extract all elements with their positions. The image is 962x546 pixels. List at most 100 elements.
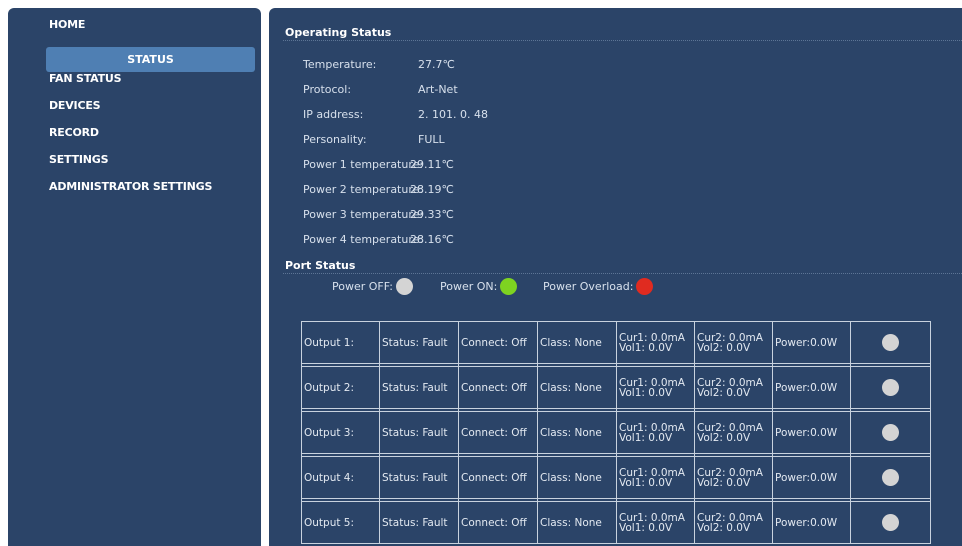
class-cell: Class: None bbox=[537, 456, 617, 499]
power-cell: Power:0.0W bbox=[772, 456, 851, 499]
power-state-icon bbox=[882, 469, 899, 486]
voltage-value: Vol1: 0.0V bbox=[619, 521, 673, 534]
power-cell: Power:0.0W bbox=[772, 501, 851, 544]
channel2-cell: Cur2: 0.0mA Vol2: 0.0V bbox=[694, 411, 773, 454]
state-cell bbox=[850, 411, 931, 454]
power-on-icon bbox=[500, 278, 518, 295]
table-row: Output 4: Status: Fault Connect: Off Class:… bbox=[301, 456, 931, 499]
nav-settings[interactable]: SETTINGS bbox=[49, 153, 109, 166]
info-label: Temperature: bbox=[303, 58, 377, 71]
power-state-icon bbox=[882, 334, 899, 351]
current-value: Cur2: 0.0mA bbox=[697, 511, 763, 524]
info-value: 2. 101. 0. 48 bbox=[418, 108, 488, 121]
info-value: 29.11℃ bbox=[410, 158, 454, 171]
nav-devices[interactable]: DEVICES bbox=[49, 99, 101, 112]
voltage-value: Vol2: 0.0V bbox=[697, 476, 751, 489]
class-cell: Class: None bbox=[537, 501, 617, 544]
voltage-value: Vol2: 0.0V bbox=[697, 431, 751, 444]
voltage-value: Vol1: 0.0V bbox=[619, 386, 673, 399]
connect-cell: Connect: Off bbox=[458, 411, 538, 454]
power-off-icon bbox=[395, 278, 413, 295]
channel1-cell: Cur1: 0.0mA Vol1: 0.0V bbox=[616, 501, 695, 544]
voltage-value: Vol1: 0.0V bbox=[619, 476, 673, 489]
power-cell: Power:0.0W bbox=[772, 321, 851, 364]
voltage-value: Vol1: 0.0V bbox=[619, 341, 673, 354]
info-value: 27.7℃ bbox=[418, 58, 455, 71]
current-value: Cur1: 0.0mA bbox=[619, 376, 685, 389]
legend-label: Power Overload: bbox=[543, 280, 634, 293]
connect-cell: Connect: Off bbox=[458, 501, 538, 544]
table-row: Output 5: Status: Fault Connect: Off Class:… bbox=[301, 501, 931, 544]
info-label: Power 4 temperature: bbox=[303, 233, 424, 246]
voltage-value: Vol2: 0.0V bbox=[697, 386, 751, 399]
info-value: 29.33℃ bbox=[410, 208, 454, 221]
channel1-cell: Cur1: 0.0mA Vol1: 0.0V bbox=[616, 456, 695, 499]
legend-power-overload: Power Overload: bbox=[543, 278, 654, 295]
channel1-cell: Cur1: 0.0mA Vol1: 0.0V bbox=[616, 321, 695, 364]
sidebar: HOME STATUS FAN STATUS DEVICES RECORD SE… bbox=[8, 8, 261, 546]
info-label: Power 3 temperature: bbox=[303, 208, 424, 221]
current-value: Cur1: 0.0mA bbox=[619, 511, 685, 524]
channel1-cell: Cur1: 0.0mA Vol1: 0.0V bbox=[616, 411, 695, 454]
status-cell: Status: Fault bbox=[379, 456, 459, 499]
current-value: Cur1: 0.0mA bbox=[619, 331, 685, 344]
channel2-cell: Cur2: 0.0mA Vol2: 0.0V bbox=[694, 501, 773, 544]
legend-power-off: Power OFF: bbox=[332, 278, 413, 295]
state-cell bbox=[850, 366, 931, 409]
port-status-table: Output 1: Status: Fault Connect: Off Class:… bbox=[301, 321, 931, 544]
info-label: Power 1 temperature: bbox=[303, 158, 424, 171]
port-status-title: Port Status bbox=[285, 259, 356, 272]
nav-status[interactable]: STATUS bbox=[46, 53, 255, 66]
table-row: Output 3: Status: Fault Connect: Off Class:… bbox=[301, 411, 931, 454]
main-panel: Operating Status Temperature: 27.7℃ Protoc… bbox=[269, 8, 962, 546]
status-cell: Status: Fault bbox=[379, 411, 459, 454]
status-cell: Status: Fault bbox=[379, 501, 459, 544]
status-cell: Status: Fault bbox=[379, 366, 459, 409]
power-state-icon bbox=[882, 424, 899, 441]
current-value: Cur1: 0.0mA bbox=[619, 466, 685, 479]
voltage-value: Vol2: 0.0V bbox=[697, 341, 751, 354]
current-value: Cur2: 0.0mA bbox=[697, 466, 763, 479]
current-value: Cur1: 0.0mA bbox=[619, 421, 685, 434]
class-cell: Class: None bbox=[537, 321, 617, 364]
nav-administrator-settings[interactable]: ADMINISTRATOR SETTINGS bbox=[49, 180, 212, 193]
state-cell bbox=[850, 456, 931, 499]
current-value: Cur2: 0.0mA bbox=[697, 376, 763, 389]
status-cell: Status: Fault bbox=[379, 321, 459, 364]
output-cell: Output 4: bbox=[301, 456, 380, 499]
current-value: Cur2: 0.0mA bbox=[697, 421, 763, 434]
info-value: 28.19℃ bbox=[410, 183, 454, 196]
section-divider bbox=[283, 273, 962, 274]
legend-label: Power OFF: bbox=[332, 280, 393, 293]
nav-fan-status[interactable]: FAN STATUS bbox=[49, 72, 122, 85]
voltage-value: Vol1: 0.0V bbox=[619, 431, 673, 444]
info-label: IP address: bbox=[303, 108, 364, 121]
connect-cell: Connect: Off bbox=[458, 321, 538, 364]
info-label: Personality: bbox=[303, 133, 367, 146]
info-value: FULL bbox=[418, 133, 445, 146]
state-cell bbox=[850, 321, 931, 364]
section-divider bbox=[283, 40, 962, 41]
class-cell: Class: None bbox=[537, 411, 617, 454]
output-cell: Output 1: bbox=[301, 321, 380, 364]
power-state-icon bbox=[882, 514, 899, 531]
connect-cell: Connect: Off bbox=[458, 366, 538, 409]
operating-status-title: Operating Status bbox=[285, 26, 392, 39]
power-cell: Power:0.0W bbox=[772, 411, 851, 454]
output-cell: Output 2: bbox=[301, 366, 380, 409]
output-cell: Output 5: bbox=[301, 501, 380, 544]
connect-cell: Connect: Off bbox=[458, 456, 538, 499]
channel2-cell: Cur2: 0.0mA Vol2: 0.0V bbox=[694, 321, 773, 364]
output-cell: Output 3: bbox=[301, 411, 380, 454]
channel1-cell: Cur1: 0.0mA Vol1: 0.0V bbox=[616, 366, 695, 409]
state-cell bbox=[850, 501, 931, 544]
legend-power-on: Power ON: bbox=[440, 278, 518, 295]
info-label: Power 2 temperature: bbox=[303, 183, 424, 196]
nav-home[interactable]: HOME bbox=[49, 18, 85, 31]
info-value: 28.16℃ bbox=[410, 233, 454, 246]
table-row: Output 1: Status: Fault Connect: Off Class:… bbox=[301, 321, 931, 364]
voltage-value: Vol2: 0.0V bbox=[697, 521, 751, 534]
info-label: Protocol: bbox=[303, 83, 352, 96]
nav-record[interactable]: RECORD bbox=[49, 126, 99, 139]
power-cell: Power:0.0W bbox=[772, 366, 851, 409]
